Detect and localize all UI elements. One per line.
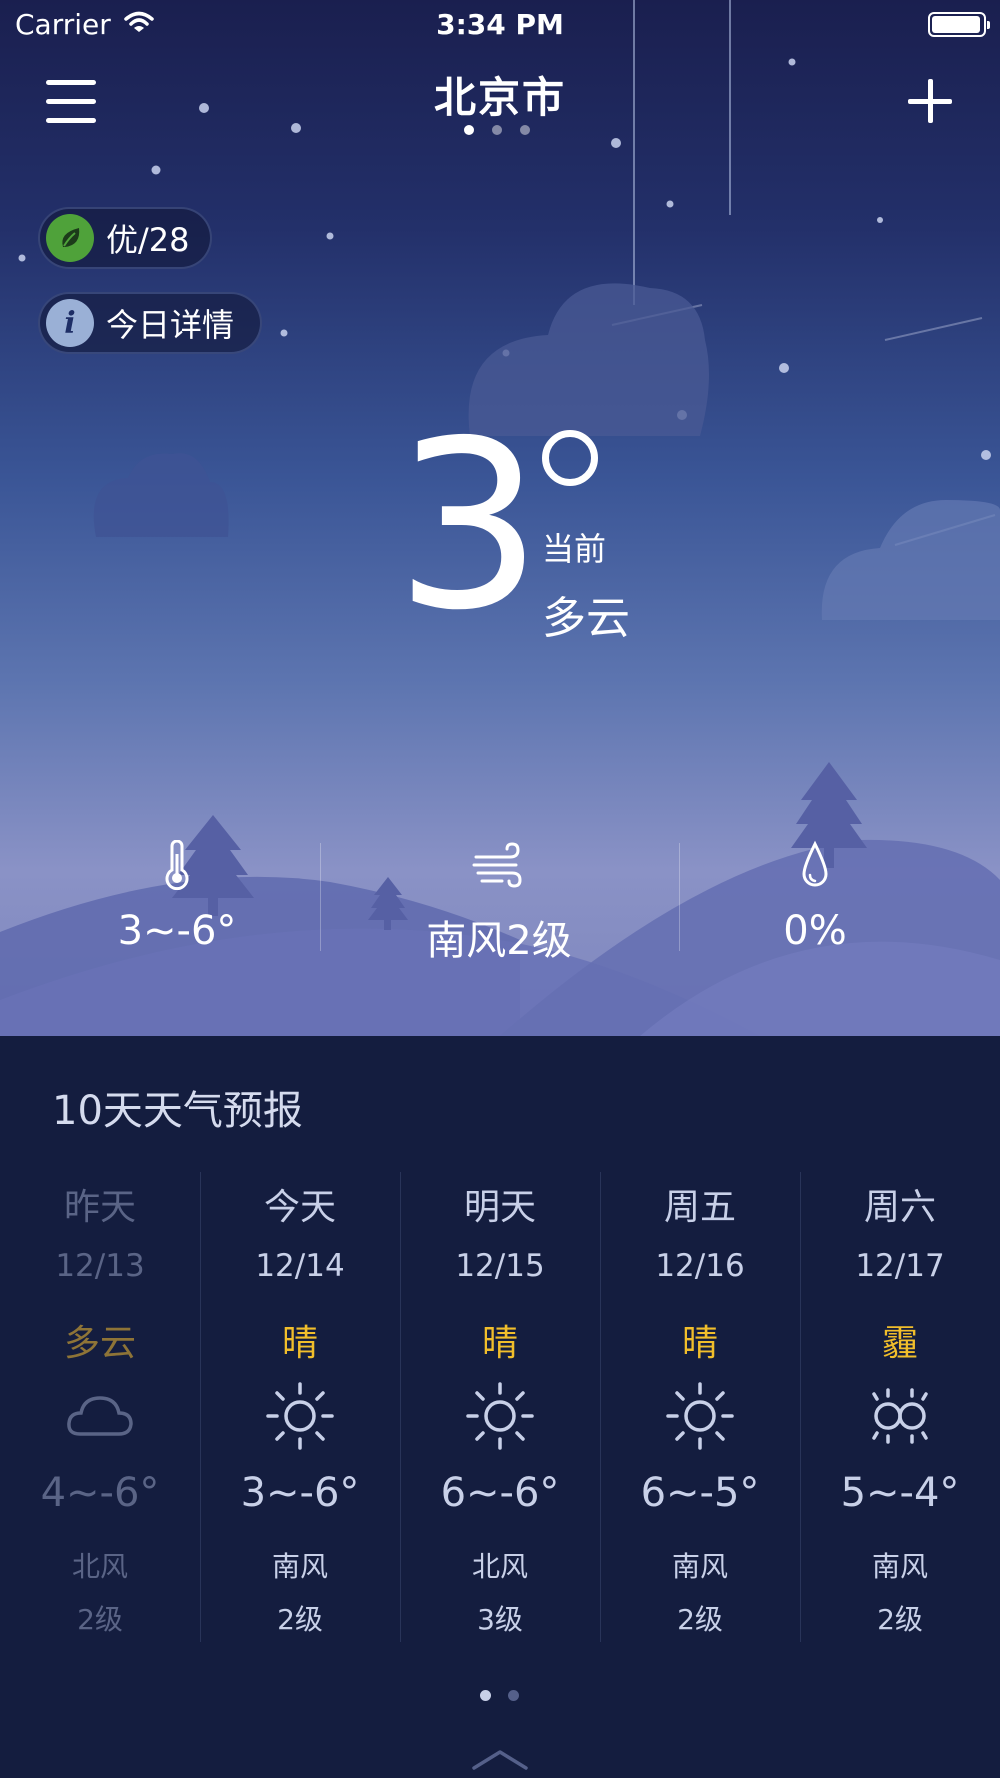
weather-app: Carrier 3:34 PM 北京市 优/28 i 今日详情 3 当前 多云 … <box>0 0 1000 1778</box>
aqi-label: 优/28 <box>106 221 190 259</box>
thermometer-icon <box>165 840 189 890</box>
current-temperature: 3 <box>395 391 543 661</box>
day-wind-level: 2级 <box>277 1603 323 1636</box>
temp-range-stat: 3~-6° <box>12 840 342 954</box>
chevron-up-icon[interactable] <box>470 1746 530 1772</box>
temp-range-value: 3~-6° <box>117 908 237 954</box>
forecast-day-saturday[interactable]: 周六 12/17 霾 5~-4° 南风 2级 <box>800 1172 1000 1682</box>
sun-icon <box>466 1382 534 1450</box>
add-city-button[interactable] <box>908 79 952 123</box>
today-detail-label: 今日详情 <box>106 306 235 344</box>
day-temperature: 4~-6° <box>40 1470 160 1516</box>
day-condition: 多云 <box>63 1323 136 1364</box>
day-wind-level: 3级 <box>477 1603 523 1636</box>
wind-icon <box>472 842 522 888</box>
day-wind-level: 2级 <box>77 1603 123 1636</box>
page-dot-active <box>480 1690 491 1701</box>
humidity-stat: 0% <box>650 840 980 954</box>
forecast-panel: 10天天气预报 昨天 12/13 多云 4~-6° 北风 2级 今天 12/14… <box>0 1036 1000 1778</box>
forecast-title: 10天天气预报 <box>52 1088 303 1134</box>
sun-icon <box>666 1382 734 1450</box>
status-time: 3:34 PM <box>436 8 564 41</box>
leaf-icon <box>46 214 94 262</box>
haze-icon <box>872 1388 928 1444</box>
day-wind-level: 2级 <box>877 1603 923 1636</box>
day-wind: 南风 <box>271 1550 328 1583</box>
forecast-day-yesterday[interactable]: 昨天 12/13 多云 4~-6° 北风 2级 <box>0 1172 200 1682</box>
day-name: 周五 <box>663 1187 736 1228</box>
weather-hero: Carrier 3:34 PM 北京市 优/28 i 今日详情 3 当前 多云 … <box>0 0 1000 1036</box>
forecast-page-indicator[interactable] <box>480 1690 520 1702</box>
current-condition: 多云 <box>542 593 630 644</box>
day-temperature: 6~-6° <box>440 1470 560 1516</box>
page-dot-active <box>464 125 474 135</box>
city-page-indicator[interactable] <box>464 125 538 137</box>
info-icon: i <box>46 299 94 347</box>
day-wind-level: 2级 <box>677 1603 723 1636</box>
day-name: 周六 <box>863 1187 936 1228</box>
day-wind: 南风 <box>671 1550 728 1583</box>
humidity-value: 0% <box>783 908 847 954</box>
cloud-icon <box>67 1396 133 1436</box>
day-name: 明天 <box>463 1187 536 1228</box>
day-condition: 霾 <box>881 1323 918 1364</box>
day-date: 12/17 <box>855 1248 945 1284</box>
forecast-days[interactable]: 昨天 12/13 多云 4~-6° 北风 2级 今天 12/14 晴 3~-6°… <box>0 1172 1000 1682</box>
aqi-badge[interactable]: 优/28 <box>38 207 212 269</box>
day-condition: 晴 <box>281 1323 318 1364</box>
page-dot <box>508 1690 519 1701</box>
city-title: 北京市 <box>433 73 566 122</box>
day-name: 昨天 <box>63 1187 136 1228</box>
day-condition: 晴 <box>681 1323 718 1364</box>
day-temperature: 3~-6° <box>240 1470 360 1516</box>
day-condition: 晴 <box>481 1323 518 1364</box>
water-drop-icon <box>802 840 828 887</box>
forecast-day-today[interactable]: 今天 12/14 晴 3~-6° 南风 2级 <box>200 1172 400 1682</box>
day-date: 12/16 <box>655 1248 745 1284</box>
day-name: 今天 <box>263 1187 336 1228</box>
wind-stat: 南风2级 <box>334 840 664 966</box>
page-dot <box>520 125 530 135</box>
stat-divider <box>320 843 321 951</box>
day-date: 12/14 <box>255 1248 345 1284</box>
day-date: 12/15 <box>455 1248 545 1284</box>
day-temperature: 5~-4° <box>840 1470 960 1516</box>
battery-icon <box>928 12 990 37</box>
forecast-day-friday[interactable]: 周五 12/16 晴 6~-5° 南风 2级 <box>600 1172 800 1682</box>
degree-symbol <box>542 430 598 486</box>
sun-icon <box>266 1382 334 1450</box>
today-detail-button[interactable]: i 今日详情 <box>38 292 262 354</box>
forecast-day-tomorrow[interactable]: 明天 12/15 晴 6~-6° 北风 3级 <box>400 1172 600 1682</box>
current-label: 当前 <box>542 530 607 568</box>
day-wind: 北风 <box>471 1550 528 1583</box>
day-wind: 北风 <box>71 1550 128 1583</box>
day-wind: 南风 <box>871 1550 928 1583</box>
day-date: 12/13 <box>55 1248 145 1284</box>
day-temperature: 6~-5° <box>640 1470 760 1516</box>
wind-value: 南风2级 <box>426 918 572 964</box>
page-dot <box>492 125 502 135</box>
status-bar: Carrier 3:34 PM <box>0 0 1000 50</box>
